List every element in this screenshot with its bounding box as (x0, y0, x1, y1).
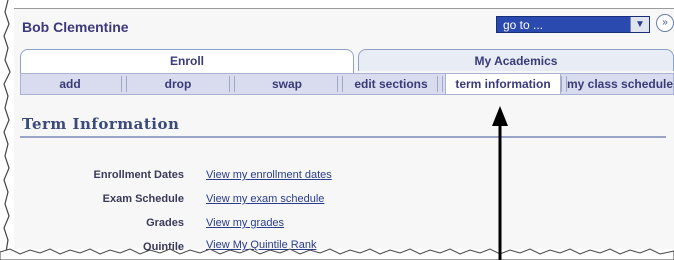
tab-bar: Enroll My Academics (20, 49, 674, 73)
enrollment-dates-label: Enrollment Dates (93, 169, 184, 181)
subnav-drop[interactable]: drop (129, 74, 227, 94)
page-title: Term Information (22, 115, 180, 133)
goto-select-value: go to ... (503, 18, 544, 32)
tab-my-academics[interactable]: My Academics (358, 49, 674, 71)
section-divider (20, 136, 666, 138)
subnav-separator (337, 76, 343, 92)
enroll-subnav: add drop swap edit sections term informa… (20, 73, 674, 95)
subnav-add[interactable]: add (21, 74, 119, 94)
subnav-term-information[interactable]: term information (445, 74, 561, 94)
subnav-separator (121, 76, 127, 92)
grades-label: Grades (146, 217, 184, 229)
grades-link[interactable]: View my grades (206, 217, 284, 229)
chevron-down-icon[interactable]: ▼ (630, 17, 649, 32)
tab-enroll[interactable]: Enroll (20, 49, 354, 73)
user-name: Bob Clementine (22, 19, 129, 35)
header-bar: Bob Clementine go to ... ▼ » (14, 9, 674, 43)
subnav-my-class-schedule[interactable]: my class schedule (567, 74, 674, 94)
main-panel: Bob Clementine go to ... ▼ » Enroll My A… (14, 8, 674, 253)
subnav-separator (437, 76, 443, 92)
torn-edge-bottom (0, 248, 674, 260)
exam-schedule-label: Exam Schedule (102, 193, 184, 205)
goto-select[interactable]: go to ... ▼ (496, 16, 650, 33)
subnav-swap[interactable]: swap (237, 74, 337, 94)
torn-edge-left (3, 0, 11, 260)
exam-schedule-link[interactable]: View my exam schedule (206, 193, 324, 205)
enrollment-dates-link[interactable]: View my enrollment dates (206, 169, 332, 181)
subnav-separator (229, 76, 235, 92)
double-chevron-right-icon[interactable]: » (656, 14, 674, 32)
subnav-edit-sections[interactable]: edit sections (345, 74, 437, 94)
